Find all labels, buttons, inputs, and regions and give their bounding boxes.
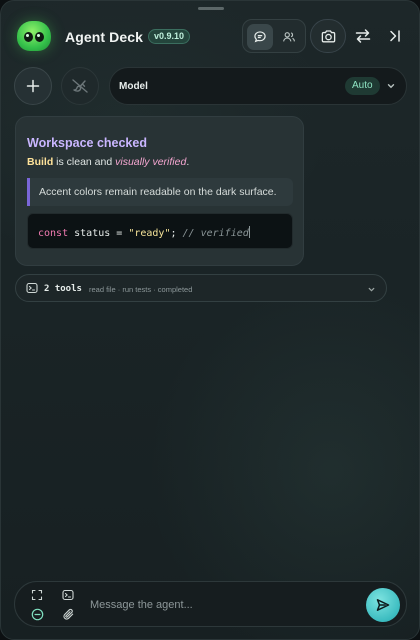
agent-deck-panel: Agent Deck v0.9.10 Model Auto Workspace … — [0, 0, 420, 640]
camera-icon — [321, 29, 335, 42]
model-label: Model — [119, 81, 148, 92]
code-line: const status = "ready"; // verified — [38, 226, 250, 239]
chevron-down-icon — [368, 287, 375, 292]
swap-button[interactable] — [345, 19, 381, 53]
expand-button[interactable] — [29, 587, 45, 603]
drag-handle[interactable] — [198, 7, 224, 10]
view-mode-toggle — [242, 19, 306, 53]
plus-icon — [26, 79, 40, 93]
version-badge: v0.9.10 — [148, 29, 191, 44]
chevron-down-icon — [387, 84, 395, 89]
text-caret — [248, 226, 250, 238]
minus-circle-icon — [31, 608, 43, 620]
tools-summary-row[interactable]: 2 tools read file · run tests · complete… — [15, 274, 387, 302]
blockquote-text: Accent colors remain readable on the dar… — [39, 186, 277, 198]
code-block: const status = "ready"; // verified — [27, 213, 293, 249]
users-icon — [283, 32, 295, 42]
message-text: Build is clean and visually verified. — [27, 156, 189, 168]
terminal-icon — [62, 589, 74, 601]
code-keyword: const — [38, 228, 69, 239]
code-string: "ready" — [128, 228, 171, 239]
tools-summary: read file · run tests · completed — [89, 285, 193, 294]
message-input[interactable] — [90, 596, 350, 614]
terminal-button[interactable] — [60, 587, 76, 603]
model-value-badge: Auto — [345, 77, 380, 95]
send-icon — [376, 599, 390, 611]
tools-count: 2 tools — [44, 284, 82, 294]
stop-button[interactable] — [29, 606, 45, 622]
chat-bubble-icon — [254, 31, 266, 43]
message-title: Workspace checked — [27, 136, 147, 150]
terminal-icon — [26, 282, 38, 294]
brush-button[interactable] — [61, 67, 99, 105]
chat-mode-button[interactable] — [247, 24, 273, 50]
message-composer — [14, 581, 407, 627]
brush-off-icon — [72, 79, 88, 93]
collapse-panel-icon — [390, 30, 400, 42]
app-title: Agent Deck — [65, 29, 144, 45]
agents-mode-button[interactable] — [276, 24, 302, 50]
app-logo-icon — [17, 21, 51, 51]
swap-icon — [355, 29, 371, 43]
new-chat-button[interactable] — [14, 67, 52, 105]
message-italic-text: visually verified — [115, 156, 187, 168]
code-operator: = — [110, 228, 129, 239]
assistant-message: Workspace checked Build is clean and vis… — [15, 116, 304, 266]
expand-icon — [31, 589, 43, 601]
attach-button[interactable] — [60, 606, 76, 622]
model-selector[interactable]: Model Auto — [109, 67, 407, 105]
code-comment: // verified — [176, 228, 249, 239]
message-period: . — [186, 156, 190, 168]
paperclip-icon — [62, 608, 73, 620]
screenshot-button[interactable] — [310, 19, 346, 53]
message-blockquote: Accent colors remain readable on the dar… — [27, 178, 293, 206]
send-button[interactable] — [366, 588, 400, 622]
message-plain-text: is clean and — [53, 156, 116, 168]
message-bold-text: Build — [27, 156, 54, 168]
code-identifier: status — [68, 228, 111, 239]
collapse-panel-button[interactable] — [377, 19, 413, 53]
